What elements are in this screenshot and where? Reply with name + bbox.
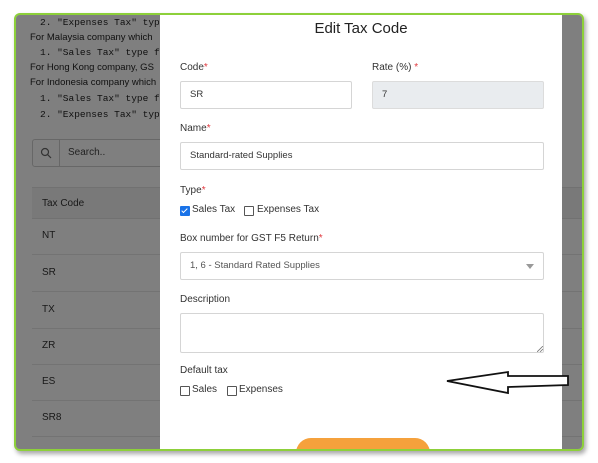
default-tax-label: Default tax — [180, 365, 228, 376]
description-label: Description — [180, 294, 231, 305]
required-marker: * — [203, 62, 208, 73]
description-textarea[interactable] — [180, 313, 544, 353]
resize-grip-icon[interactable] — [537, 346, 543, 352]
name-label: Name* — [180, 123, 211, 134]
box-number-label: Box number for GST F5 Return* — [180, 233, 323, 244]
rate-label: Rate (%) * — [372, 62, 419, 73]
name-field[interactable]: Standard-rated Supplies — [180, 142, 544, 170]
sales-tax-checkbox[interactable] — [180, 206, 190, 216]
screenshot-frame: 2. "Expenses Tax" type fo For Malaysia c… — [14, 13, 584, 451]
default-expenses-checkbox[interactable] — [227, 386, 237, 396]
default-expenses-label[interactable]: Expenses — [239, 384, 283, 395]
required-marker: * — [201, 185, 206, 196]
code-field[interactable]: SR — [180, 81, 352, 109]
code-label: Code* — [180, 62, 208, 73]
annotation-arrow-icon — [446, 370, 569, 395]
rate-field: 7 — [372, 81, 544, 109]
expenses-tax-checkbox[interactable] — [244, 206, 254, 216]
required-marker: * — [414, 62, 419, 73]
default-sales-label[interactable]: Sales — [192, 384, 217, 395]
modal-title: Edit Tax Code — [314, 20, 408, 37]
edit-tax-code-modal: Edit Tax Code Code* SR Rate (%) * 7 Name… — [160, 15, 569, 449]
sales-tax-label[interactable]: Sales Tax — [192, 204, 235, 215]
type-label: Type* — [180, 185, 206, 196]
required-marker: * — [206, 123, 211, 134]
expenses-tax-label[interactable]: Expenses Tax — [257, 204, 319, 215]
box-number-value: 1, 6 - Standard Rated Supplies — [190, 260, 320, 271]
required-marker: * — [318, 233, 323, 244]
save-button[interactable] — [296, 438, 430, 449]
default-sales-checkbox[interactable] — [180, 386, 190, 396]
box-number-select[interactable]: 1, 6 - Standard Rated Supplies — [180, 252, 544, 280]
chevron-down-icon — [526, 264, 534, 269]
